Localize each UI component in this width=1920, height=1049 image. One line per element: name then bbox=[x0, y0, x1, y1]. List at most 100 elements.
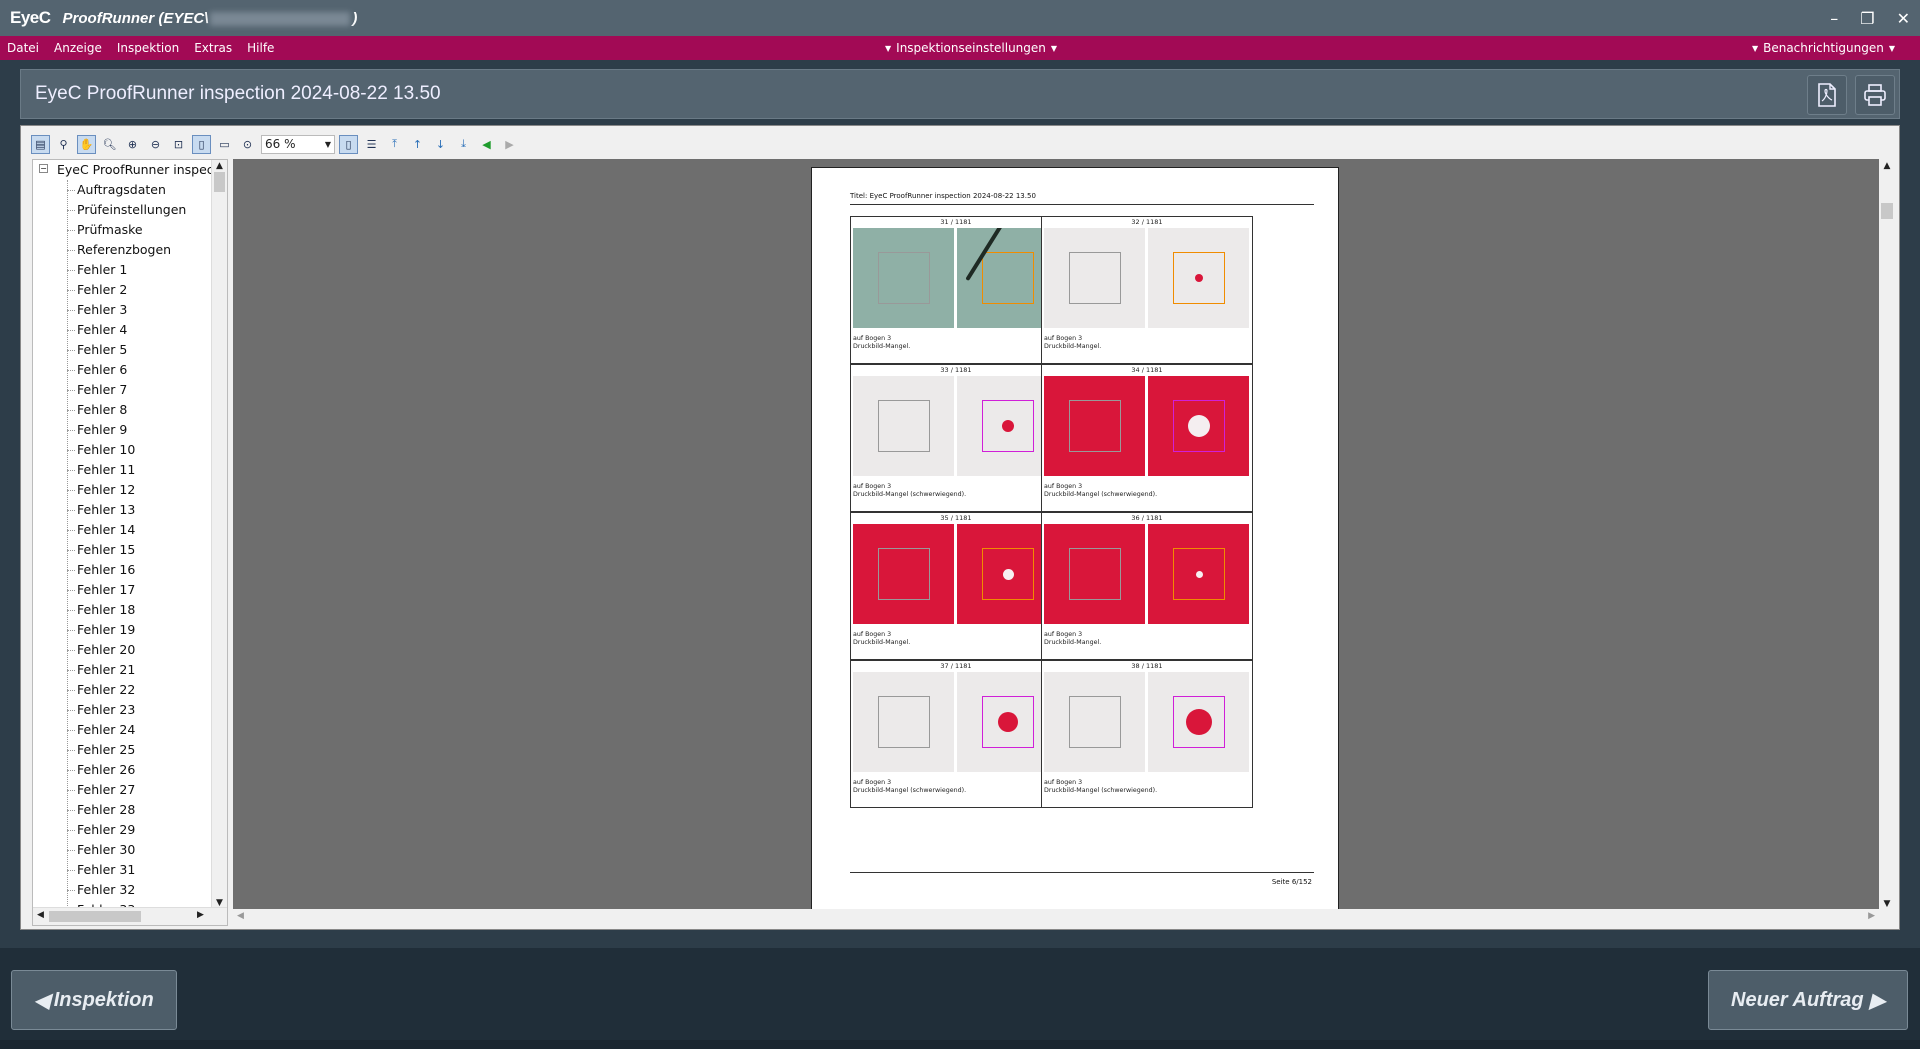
menu-datei[interactable]: Datei bbox=[7, 41, 39, 55]
inspection-settings-label: Inspektionseinstellungen bbox=[896, 41, 1046, 55]
magnifier-icon[interactable]: 🔍︎ bbox=[100, 135, 119, 154]
report-header: EyeC ProofRunner inspection 2024-08-22 1… bbox=[20, 69, 1900, 119]
page-width-icon[interactable]: ▭ bbox=[215, 135, 234, 154]
scroll-down-icon[interactable]: ▼ bbox=[1879, 899, 1895, 909]
title-bar: EyeC ProofRunner (EYEC\) – ❐ ✕ bbox=[0, 0, 1920, 36]
zoom-out-icon[interactable]: ⊖ bbox=[146, 135, 165, 154]
tree-vertical-scrollbar[interactable]: ▲ ▼ bbox=[211, 160, 227, 908]
tree-item[interactable]: Fehler 5 bbox=[33, 340, 227, 360]
next-page-icon[interactable]: ↓ bbox=[431, 135, 450, 154]
tree-item[interactable]: Fehler 25 bbox=[33, 740, 227, 760]
single-page-icon[interactable]: ▯ bbox=[339, 134, 358, 154]
scroll-left-icon[interactable]: ◀ bbox=[37, 910, 44, 920]
tree-item[interactable]: Fehler 31 bbox=[33, 860, 227, 880]
zoom-region-icon[interactable]: ⊡ bbox=[169, 135, 188, 154]
new-job-button[interactable]: Neuer Auftrag ▶ bbox=[1708, 970, 1908, 1030]
tree-item[interactable]: Fehler 26 bbox=[33, 760, 227, 780]
tree-item[interactable]: Fehler 4 bbox=[33, 320, 227, 340]
tree-item[interactable]: Fehler 24 bbox=[33, 720, 227, 740]
tree-item[interactable]: Fehler 3 bbox=[33, 300, 227, 320]
restore-icon[interactable]: ❐ bbox=[1860, 9, 1874, 28]
tree-item[interactable]: Fehler 17 bbox=[33, 580, 227, 600]
scroll-thumb[interactable] bbox=[214, 172, 225, 192]
defect-description: auf Bogen 3 Druckbild-Mangel (schwerwiege… bbox=[853, 779, 966, 795]
binoculars-icon[interactable]: ⚲ bbox=[54, 135, 73, 154]
tree-item[interactable]: Fehler 10 bbox=[33, 440, 227, 460]
tree-item[interactable]: Fehler 28 bbox=[33, 800, 227, 820]
tree-item[interactable]: Fehler 20 bbox=[33, 640, 227, 660]
menu-extras[interactable]: Extras bbox=[194, 41, 232, 55]
tree-item[interactable]: Fehler 8 bbox=[33, 400, 227, 420]
tree-item[interactable]: Fehler 27 bbox=[33, 780, 227, 800]
inspection-settings-menu[interactable]: ▼ Inspektionseinstellungen ▼ bbox=[880, 36, 1062, 60]
tree-item[interactable]: Prüfmaske bbox=[33, 220, 227, 240]
scroll-left-icon[interactable]: ◀ bbox=[237, 911, 244, 921]
tree-item[interactable]: Auftragsdaten bbox=[33, 180, 227, 200]
tree-item[interactable]: Fehler 22 bbox=[33, 680, 227, 700]
tree-item[interactable]: Fehler 6 bbox=[33, 360, 227, 380]
viewer-toolbar: ▤ ⚲ ✋ 🔍︎ ⊕ ⊖ ⊡ ▯ ▭ ⊙ 66 % ▼ ▯ ☰ ⤒ ↑ ↓ ⤓ ◀… bbox=[31, 134, 519, 154]
collapse-icon[interactable]: − bbox=[39, 164, 48, 173]
tree-item[interactable]: Fehler 21 bbox=[33, 660, 227, 680]
tree-item[interactable]: Fehler 18 bbox=[33, 600, 227, 620]
tree-item[interactable]: Fehler 19 bbox=[33, 620, 227, 640]
tree-item[interactable]: Referenzbogen bbox=[33, 240, 227, 260]
document-vertical-scrollbar[interactable]: ▲ ▼ bbox=[1879, 159, 1895, 909]
back-icon[interactable]: ◀ bbox=[477, 135, 496, 154]
tree-item[interactable]: Fehler 30 bbox=[33, 840, 227, 860]
tree-item[interactable]: Fehler 16 bbox=[33, 560, 227, 580]
tree-item[interactable]: Fehler 12 bbox=[33, 480, 227, 500]
defect-description: auf Bogen 3 Druckbild-Mangel (schwerwiege… bbox=[1044, 483, 1157, 499]
tree-item[interactable]: Fehler 7 bbox=[33, 380, 227, 400]
tree-item[interactable]: Fehler 15 bbox=[33, 540, 227, 560]
page-view-icon[interactable]: ▯ bbox=[192, 134, 211, 154]
last-page-icon[interactable]: ⤓ bbox=[454, 135, 473, 154]
defect-frame bbox=[878, 548, 930, 600]
back-to-inspection-button[interactable]: ◀ Inspektion bbox=[11, 970, 177, 1030]
eyec-logo: EyeC bbox=[10, 8, 51, 27]
tree-item[interactable]: Fehler 23 bbox=[33, 700, 227, 720]
tree-item[interactable]: Fehler 13 bbox=[33, 500, 227, 520]
first-page-icon[interactable]: ⤒ bbox=[385, 135, 404, 154]
previous-page-icon[interactable]: ↑ bbox=[408, 135, 427, 154]
minimize-icon[interactable]: – bbox=[1830, 9, 1838, 28]
tree-item[interactable]: Fehler 32 bbox=[33, 880, 227, 900]
zoom-in-icon[interactable]: ⊕ bbox=[123, 135, 142, 154]
tree-item[interactable]: Fehler 9 bbox=[33, 420, 227, 440]
scroll-right-icon[interactable]: ▶ bbox=[197, 910, 204, 920]
redacted-text bbox=[210, 11, 351, 26]
zoom-select[interactable]: 66 % ▼ bbox=[261, 134, 335, 154]
tree-item[interactable]: Fehler 1 bbox=[33, 260, 227, 280]
scroll-thumb[interactable] bbox=[49, 911, 141, 922]
tree-item[interactable]: Fehler 2 bbox=[33, 280, 227, 300]
tree-item[interactable]: Prüfeinstellungen bbox=[33, 200, 227, 220]
menu-anzeige[interactable]: Anzeige bbox=[54, 41, 102, 55]
hand-tool-icon[interactable]: ✋ bbox=[77, 134, 96, 154]
document-horizontal-scrollbar[interactable]: ◀ ▶ bbox=[233, 909, 1895, 926]
document-area[interactable]: Titel: EyeC ProofRunner inspection 2024-… bbox=[233, 159, 1895, 926]
export-pdf-button[interactable] bbox=[1807, 75, 1847, 115]
defect-dot bbox=[1002, 568, 1014, 580]
scroll-right-icon[interactable]: ▶ bbox=[1868, 911, 1875, 921]
continuous-page-icon[interactable]: ☰ bbox=[362, 135, 381, 154]
tree-item[interactable]: Fehler 29 bbox=[33, 820, 227, 840]
scroll-up-icon[interactable]: ▲ bbox=[212, 160, 227, 172]
notifications-menu[interactable]: ▼ Benachrichtigungen ▼ bbox=[1747, 36, 1900, 60]
scroll-thumb[interactable] bbox=[1881, 203, 1893, 219]
scroll-up-icon[interactable]: ▲ bbox=[1879, 159, 1895, 173]
tree-item[interactable]: Fehler 14 bbox=[33, 520, 227, 540]
menu-hilfe[interactable]: Hilfe bbox=[247, 41, 274, 55]
tree-root[interactable]: −EyeC ProofRunner inspection 2024-08-22 … bbox=[33, 160, 227, 180]
defect-sheet: auf Bogen 3 bbox=[1044, 335, 1083, 342]
forward-icon[interactable]: ▶ bbox=[500, 135, 519, 154]
tree-horizontal-scrollbar[interactable]: ◀ ▶ bbox=[33, 907, 227, 925]
defect-dot bbox=[998, 712, 1018, 732]
defect-description: auf Bogen 3 Druckbild-Mangel. bbox=[853, 335, 910, 351]
defect-dot bbox=[1186, 709, 1212, 735]
close-icon[interactable]: ✕ bbox=[1897, 9, 1910, 28]
tree-item[interactable]: Fehler 11 bbox=[33, 460, 227, 480]
toggle-tree-icon[interactable]: ▤ bbox=[31, 134, 50, 154]
print-button[interactable] bbox=[1855, 75, 1895, 115]
menu-inspektion[interactable]: Inspektion bbox=[117, 41, 179, 55]
zoom-100-icon[interactable]: ⊙ bbox=[238, 135, 257, 154]
